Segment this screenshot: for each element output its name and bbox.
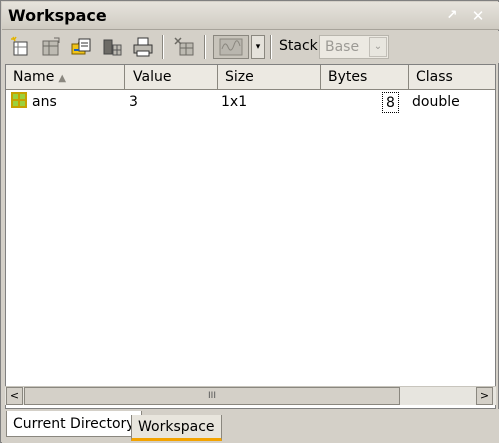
cell-size: 1x1 — [221, 94, 248, 110]
column-header-value[interactable]: Value — [126, 65, 218, 90]
scrollbar-thumb[interactable]: III — [24, 387, 400, 405]
stack-value: Base — [325, 39, 360, 55]
column-header-name[interactable]: Name ▲ — [6, 65, 125, 90]
plot-dropdown-button[interactable]: ▾ — [251, 35, 265, 59]
table-row[interactable]: ans 3 1x1 8 double — [6, 91, 495, 113]
cell-class: double — [412, 94, 460, 110]
cell-bytes: 8 — [382, 92, 399, 113]
delete-icon[interactable] — [173, 36, 195, 58]
stack-label: Stack: — [279, 38, 323, 54]
title-bar[interactable]: Workspace ↗ ✕ — [2, 2, 499, 30]
stack-select[interactable]: Base ⌄ — [319, 35, 389, 59]
horizontal-scrollbar[interactable]: < III > — [5, 386, 496, 405]
workspace-window: Workspace ↗ ✕ ▾ Stack: Base ⌄ Name ▲ Val… — [0, 0, 499, 443]
plot-selection-button[interactable] — [213, 35, 249, 59]
toolbar-separator — [204, 35, 206, 59]
chevron-down-icon[interactable]: ⌄ — [369, 37, 387, 57]
import-data-icon[interactable] — [70, 36, 92, 58]
open-selection-icon[interactable] — [40, 36, 62, 58]
print-icon[interactable] — [132, 36, 154, 58]
close-icon[interactable]: ✕ — [470, 8, 486, 24]
tab-workspace[interactable]: Workspace — [131, 415, 222, 441]
window-title: Workspace — [8, 6, 107, 25]
tab-current-directory[interactable]: Current Directory — [6, 411, 142, 437]
column-header-size[interactable]: Size — [218, 65, 321, 90]
sort-ascending-icon: ▲ — [58, 73, 67, 84]
new-variable-icon[interactable] — [10, 36, 32, 58]
cell-name: ans — [32, 94, 57, 110]
column-header-bytes[interactable]: Bytes — [321, 65, 409, 90]
scroll-left-button[interactable]: < — [6, 387, 23, 405]
toolbar: ▾ Stack: Base ⌄ — [2, 31, 499, 63]
table-header: Name ▲ Value Size Bytes Class — [6, 65, 495, 90]
column-header-class[interactable]: Class — [409, 65, 495, 90]
variable-table: Name ▲ Value Size Bytes Class ans 3 1x1 8… — [5, 64, 496, 409]
bottom-tab-bar: Current Directory Workspace — [2, 409, 499, 443]
undock-icon[interactable]: ↗ — [444, 8, 460, 24]
matrix-variable-icon — [11, 92, 27, 108]
scroll-right-button[interactable]: > — [476, 387, 493, 405]
toolbar-separator — [270, 35, 272, 59]
cell-value: 3 — [129, 94, 138, 110]
toolbar-separator — [162, 35, 164, 59]
save-icon[interactable] — [101, 36, 123, 58]
